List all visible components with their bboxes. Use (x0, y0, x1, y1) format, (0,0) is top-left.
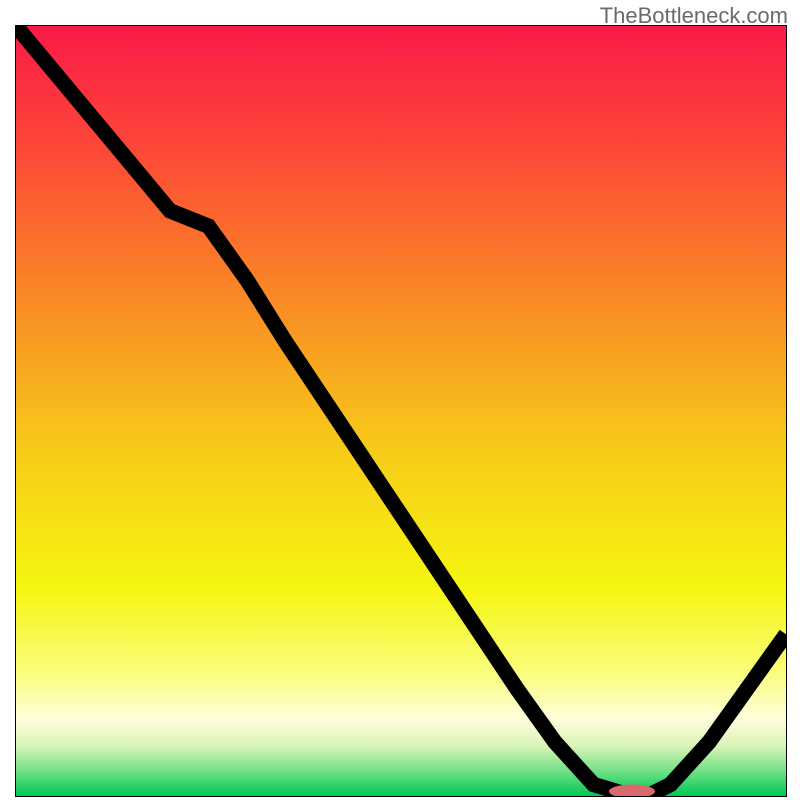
gradient-background (16, 26, 786, 796)
bottleneck-chart: TheBottleneck.com (0, 0, 800, 800)
plot-svg (16, 26, 786, 796)
plot-area (15, 25, 787, 797)
